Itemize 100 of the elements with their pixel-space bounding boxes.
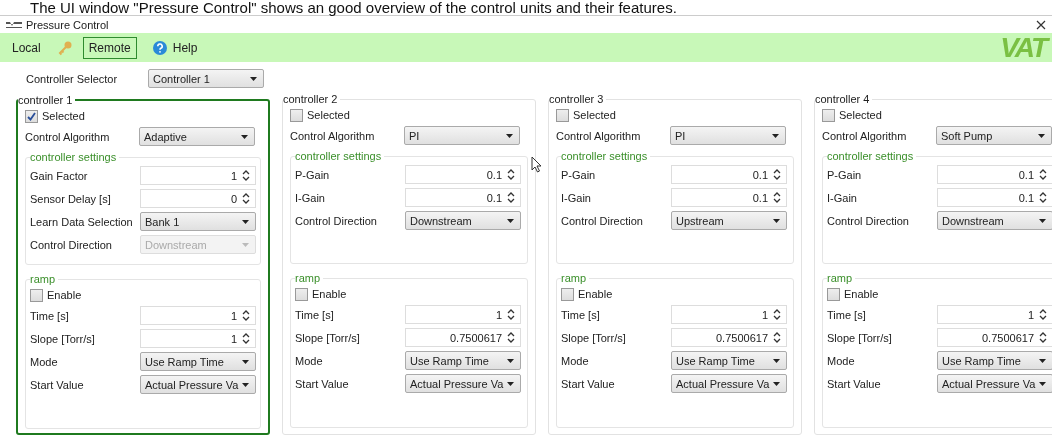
field-label: Control Direction [30, 238, 113, 251]
mouse-pointer-icon [531, 156, 542, 173]
field-label: Sensor Delay [s] [30, 192, 112, 205]
dropdown[interactable]: Actual Pressure Va [937, 374, 1052, 393]
dropdown[interactable]: Upstream [671, 211, 787, 230]
field-label: Slope [Torr/s] [295, 331, 361, 344]
field-label: Mode [561, 354, 590, 367]
dropdown[interactable]: Downstream [937, 211, 1052, 230]
field-label: I-Gain [827, 191, 858, 204]
enable-checkbox[interactable]: Enable [30, 286, 256, 304]
caret-icon [507, 381, 514, 386]
caret-icon [250, 76, 257, 81]
number-field[interactable]: 0.1 [405, 188, 521, 207]
toolbar-button[interactable]: Help [146, 36, 204, 59]
spinner-arrows-icon[interactable] [242, 333, 250, 344]
dropdown[interactable]: Use Ramp Time [140, 352, 256, 371]
number-field[interactable]: 0.7500617 [671, 328, 787, 347]
number-field[interactable]: 1 [405, 305, 521, 324]
app-logo-icon [6, 20, 22, 29]
selected-checkbox[interactable]: Selected [822, 106, 1052, 124]
number-field[interactable]: 0.7500617 [405, 328, 521, 347]
enable-checkbox[interactable]: Enable [295, 285, 523, 303]
spinner-arrows-icon[interactable] [773, 309, 781, 320]
field-label: Time [s] [827, 308, 867, 321]
caret-icon [1039, 358, 1046, 363]
number-field[interactable]: 0.1 [671, 188, 787, 207]
caret-icon [242, 219, 249, 224]
selected-checkbox[interactable]: Selected [556, 106, 794, 124]
dropdown[interactable]: Downstream [405, 211, 521, 230]
spinner-arrows-icon[interactable] [773, 169, 781, 180]
field-label: Slope [Torr/s] [561, 331, 627, 344]
toolbar-button[interactable]: Remote [82, 36, 137, 59]
algorithm-dropdown[interactable]: PI [670, 126, 786, 145]
number-field[interactable]: 0.7500617 [937, 328, 1052, 347]
spinner-arrows-icon[interactable] [507, 169, 515, 180]
field-label: Slope [Torr/s] [30, 332, 96, 345]
number-field[interactable]: 1 [140, 166, 256, 185]
field-label: Mode [30, 355, 59, 368]
caret-icon [772, 133, 779, 138]
field-label: P-Gain [295, 168, 331, 181]
controller-dropdown[interactable]: Controller 1 [148, 69, 264, 88]
field-label: Control Direction [295, 214, 378, 227]
number-field[interactable]: 0 [140, 189, 256, 208]
caret-icon [507, 218, 514, 223]
spinner-arrows-icon[interactable] [1039, 332, 1047, 343]
field-label: Start Value [827, 377, 882, 390]
spinner-arrows-icon[interactable] [242, 310, 250, 321]
spinner-arrows-icon[interactable] [507, 192, 515, 203]
toolbar-button[interactable]: Local [6, 36, 47, 59]
field-label: Control Algorithm [822, 129, 908, 142]
caret-icon [1039, 381, 1046, 386]
dropdown[interactable]: Actual Pressure Va [405, 374, 521, 393]
caret-icon [242, 242, 249, 247]
group-title: controller settings [30, 150, 120, 164]
selected-checkbox[interactable]: Selected [25, 107, 261, 125]
spinner-arrows-icon[interactable] [1039, 309, 1047, 320]
dropdown[interactable]: Use Ramp Time [405, 351, 521, 370]
number-field[interactable]: 1 [671, 305, 787, 324]
close-icon[interactable] [1036, 19, 1046, 30]
number-field[interactable]: 0.1 [671, 165, 787, 184]
number-field[interactable]: 1 [937, 305, 1052, 324]
field-label: Controller Selector [26, 72, 119, 85]
spinner-arrows-icon[interactable] [507, 332, 515, 343]
number-field[interactable]: 0.1 [937, 188, 1052, 207]
dropdown[interactable]: Actual Pressure Va [140, 375, 256, 394]
algorithm-dropdown[interactable]: PI [404, 126, 520, 145]
spinner-arrows-icon[interactable] [242, 170, 250, 181]
caption-text: The UI window "Pressure Control" shows an good overview of the control units and their features. [29, 0, 678, 15]
spinner-arrows-icon[interactable] [773, 192, 781, 203]
algorithm-dropdown[interactable]: Adaptive [139, 127, 255, 146]
dropdown[interactable]: Use Ramp Time [937, 351, 1052, 370]
check-icon [27, 111, 36, 121]
spinner-arrows-icon[interactable] [507, 309, 515, 320]
caret-icon [773, 218, 780, 223]
field-label: Slope [Torr/s] [827, 331, 893, 344]
dropdown[interactable]: Use Ramp Time [671, 351, 787, 370]
field-label: Start Value [561, 377, 616, 390]
caret-icon [507, 358, 514, 363]
spinner-arrows-icon[interactable] [773, 332, 781, 343]
field-label: Start Value [30, 378, 85, 391]
number-field[interactable]: 0.1 [937, 165, 1052, 184]
dropdown[interactable]: Bank 1 [140, 212, 256, 231]
field-label: Time [s] [561, 308, 601, 321]
number-field[interactable]: 1 [140, 329, 256, 348]
spinner-arrows-icon[interactable] [242, 193, 250, 204]
enable-checkbox[interactable]: Enable [561, 285, 789, 303]
enable-checkbox[interactable]: Enable [827, 285, 1052, 303]
algorithm-dropdown[interactable]: Soft Pump [936, 126, 1052, 145]
field-label: Control Algorithm [556, 129, 642, 142]
dropdown[interactable]: Actual Pressure Va [671, 374, 787, 393]
field-label: Time [s] [30, 309, 70, 322]
group-title: controller 1 [18, 93, 76, 107]
number-field[interactable]: 0.1 [405, 165, 521, 184]
group-title: controller 2 [283, 92, 341, 106]
spinner-arrows-icon[interactable] [1039, 192, 1047, 203]
field-label: I-Gain [295, 191, 326, 204]
selected-checkbox[interactable]: Selected [290, 106, 528, 124]
field-label: Mode [827, 354, 856, 367]
spinner-arrows-icon[interactable] [1039, 169, 1047, 180]
number-field[interactable]: 1 [140, 306, 256, 325]
